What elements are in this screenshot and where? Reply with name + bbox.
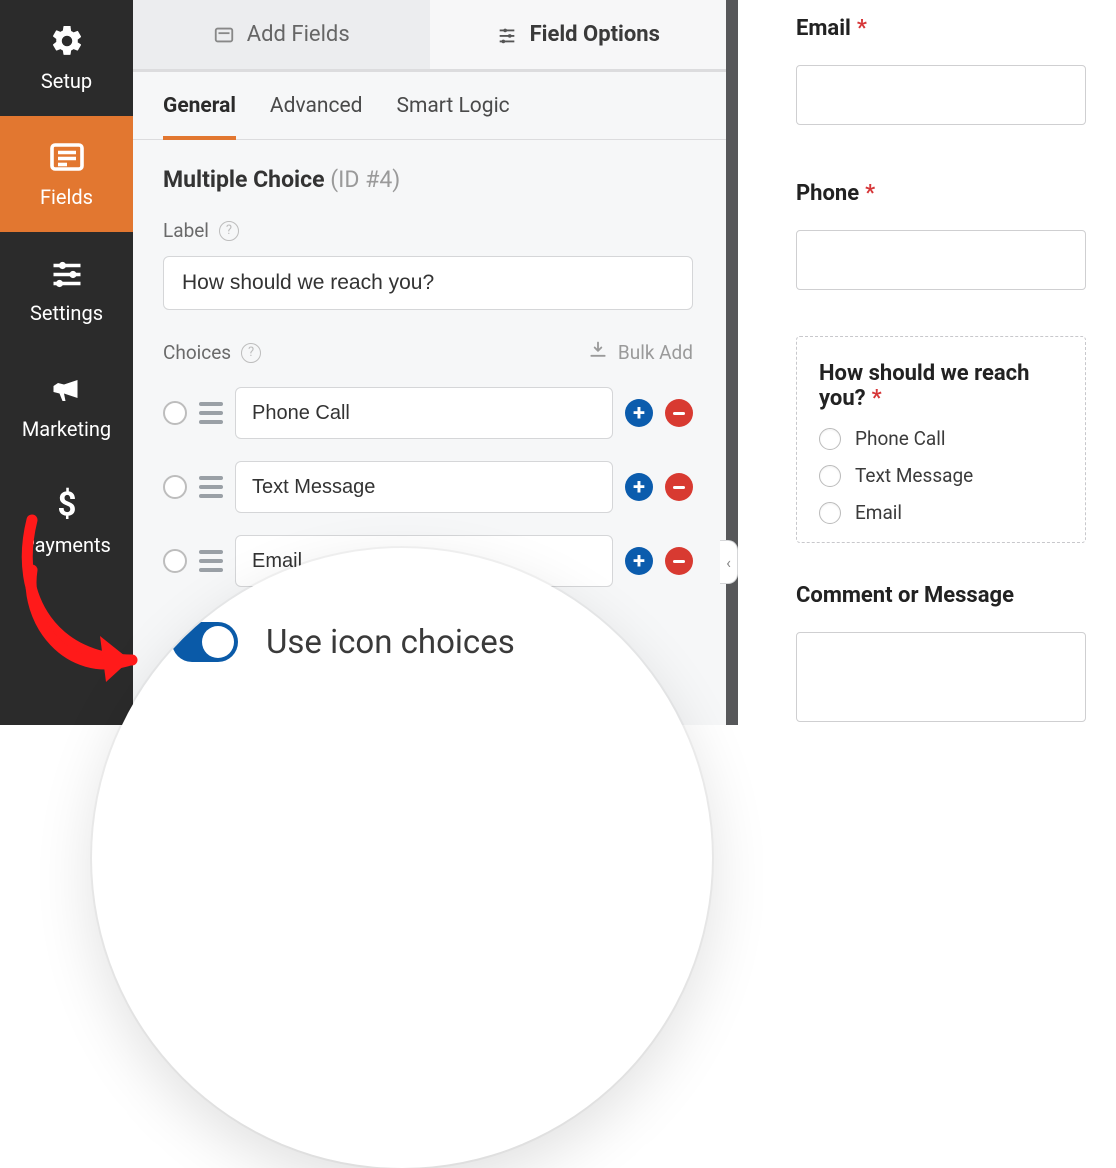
- choices-label: Choices: [163, 341, 231, 364]
- label-row: Label ?: [163, 219, 696, 242]
- use-icon-choices-label: Use icon choices: [266, 623, 515, 662]
- panel-top-tabs: Add Fields Field Options: [133, 0, 726, 72]
- sidebar-label: Settings: [30, 301, 103, 325]
- svg-text:$: $: [57, 487, 76, 523]
- preview-option-label: Text Message: [855, 464, 973, 487]
- sidebar-label: Marketing: [22, 417, 111, 441]
- remove-choice-button[interactable]: [665, 473, 693, 501]
- tab-label: Field Options: [530, 22, 660, 47]
- preview-option[interactable]: Phone Call: [819, 427, 1063, 450]
- choice-input[interactable]: [235, 387, 613, 439]
- choice-row: +: [163, 461, 693, 513]
- required-asterisk: *: [872, 386, 882, 411]
- preview-option[interactable]: Text Message: [819, 464, 1063, 487]
- preview-phone-label: Phone*: [796, 181, 1086, 206]
- field-id-text: (ID #4): [330, 166, 400, 193]
- sub-tab-smart-logic[interactable]: Smart Logic: [396, 94, 509, 139]
- add-choice-button[interactable]: +: [625, 473, 653, 501]
- label-label: Label: [163, 219, 209, 242]
- help-icon[interactable]: ?: [241, 343, 261, 363]
- choices-header: Choices ? Bulk Add: [163, 340, 693, 365]
- sidebar-label: Setup: [41, 69, 92, 93]
- preview-option[interactable]: Email: [819, 501, 1063, 524]
- download-icon: [588, 340, 608, 365]
- collapse-panel-button[interactable]: ‹: [720, 540, 738, 584]
- toggle-off-preview: [172, 566, 224, 596]
- radio-icon: [819, 502, 841, 524]
- magnifier-callout: Use icon choices: [92, 548, 712, 1168]
- add-choice-button[interactable]: +: [625, 547, 653, 575]
- sidebar-item-payments[interactable]: $ Payments: [0, 464, 133, 580]
- preview-email-label: Email*: [796, 16, 1086, 41]
- use-icon-choices-toggle[interactable]: [172, 622, 238, 662]
- choice-row: +: [163, 387, 693, 439]
- remove-choice-button[interactable]: [665, 547, 693, 575]
- sliders-icon: [496, 24, 518, 46]
- label-input[interactable]: [163, 256, 693, 310]
- tab-field-options[interactable]: Field Options: [430, 0, 727, 69]
- preview-comment-input[interactable]: [796, 632, 1086, 722]
- sidebar-item-fields[interactable]: Fields: [0, 116, 133, 232]
- dollar-icon: $: [49, 487, 85, 523]
- tab-add-fields[interactable]: Add Fields: [133, 0, 430, 69]
- preview-option-label: Email: [855, 501, 902, 524]
- preview-phone-input[interactable]: [796, 230, 1086, 290]
- default-radio[interactable]: [163, 475, 187, 499]
- add-choice-button[interactable]: +: [625, 399, 653, 427]
- megaphone-icon: [49, 371, 85, 407]
- default-radio[interactable]: [163, 401, 187, 425]
- sidebar-label: Payments: [22, 533, 111, 557]
- radio-icon: [819, 428, 841, 450]
- builder-sidebar: Setup Fields Settings Marketing $ Paymen…: [0, 0, 133, 725]
- sliders-icon: [49, 255, 85, 291]
- sub-tab-general[interactable]: General: [163, 94, 236, 140]
- sidebar-item-settings[interactable]: Settings: [0, 232, 133, 348]
- required-asterisk: *: [857, 16, 867, 41]
- sub-tab-advanced[interactable]: Advanced: [270, 94, 363, 139]
- preview-selected-field[interactable]: How should we reach you?* Phone Call Tex…: [796, 336, 1086, 543]
- field-type-name: Multiple Choice: [163, 166, 325, 193]
- preview-comment-label: Comment or Message: [796, 583, 1086, 608]
- sidebar-label: Fields: [40, 185, 93, 209]
- sidebar-item-setup[interactable]: Setup: [0, 0, 133, 116]
- bulk-add-label: Bulk Add: [618, 341, 693, 364]
- sidebar-item-marketing[interactable]: Marketing: [0, 348, 133, 464]
- preview-option-label: Phone Call: [855, 427, 946, 450]
- choice-input[interactable]: [235, 461, 613, 513]
- form-preview: Email* Phone* How should we reach you?* …: [738, 0, 1116, 725]
- preview-reach-label: How should we reach you?*: [819, 361, 1063, 411]
- required-asterisk: *: [865, 181, 875, 206]
- preview-options: Phone Call Text Message Email: [819, 427, 1063, 524]
- panel-sub-tabs: General Advanced Smart Logic: [133, 72, 726, 140]
- remove-choice-button[interactable]: [665, 399, 693, 427]
- card-icon: [213, 24, 235, 46]
- drag-handle-icon[interactable]: [199, 476, 223, 498]
- radio-icon: [819, 465, 841, 487]
- drag-handle-icon[interactable]: [199, 402, 223, 424]
- bulk-add-link[interactable]: Bulk Add: [588, 340, 693, 365]
- gear-icon: [49, 23, 85, 59]
- help-icon[interactable]: ?: [219, 221, 239, 241]
- preview-email-input[interactable]: [796, 65, 1086, 125]
- field-type-title: Multiple Choice (ID #4): [163, 166, 696, 193]
- list-icon: [49, 139, 85, 175]
- tab-label: Add Fields: [247, 22, 350, 47]
